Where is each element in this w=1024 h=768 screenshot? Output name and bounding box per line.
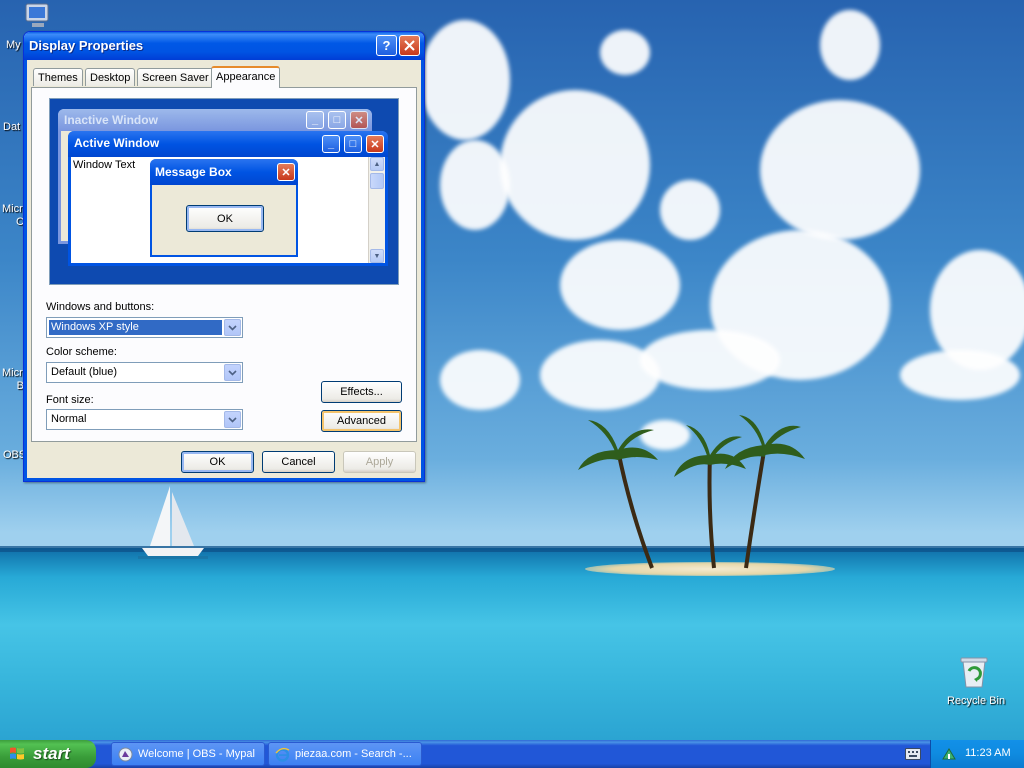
preview-message-title-bar: Message Box ✕ bbox=[150, 159, 298, 185]
ie-icon bbox=[275, 747, 290, 762]
preview-ok-button: OK bbox=[186, 205, 264, 232]
palm-trees bbox=[578, 415, 805, 569]
font-size-select[interactable]: Normal bbox=[46, 409, 243, 430]
system-tray: 11:23 AM bbox=[930, 740, 1024, 768]
preview-inactive-title-bar: Inactive Window _ □ ✕ bbox=[58, 109, 372, 131]
scroll-down-icon: ▼ bbox=[370, 249, 384, 263]
tab-desktop[interactable]: Desktop bbox=[85, 68, 136, 86]
tab-appearance[interactable]: Appearance bbox=[211, 66, 281, 88]
appearance-preview: Inactive Window _ □ ✕ Active Window _ □ … bbox=[49, 98, 399, 285]
clock[interactable]: 11:23 AM bbox=[965, 747, 1011, 759]
cloud bbox=[440, 140, 510, 230]
desktop-icon-label[interactable]: Dat bbox=[3, 121, 20, 133]
cloud bbox=[640, 330, 780, 390]
cloud bbox=[820, 10, 880, 80]
cloud bbox=[500, 90, 650, 240]
close-icon bbox=[404, 40, 415, 51]
preview-message-box: Message Box ✕ OK bbox=[150, 159, 298, 257]
preview-scrollbar: ▲ ▼ bbox=[368, 157, 385, 263]
cloud bbox=[440, 350, 520, 410]
network-icon[interactable] bbox=[941, 746, 957, 762]
recycle-bin-label[interactable]: Recycle Bin bbox=[947, 695, 1005, 707]
preview-window-text: Window Text bbox=[73, 159, 136, 171]
taskbar-item-label: Welcome | OBS - Mypal bbox=[138, 748, 255, 760]
chevron-down-icon[interactable] bbox=[224, 411, 241, 428]
my-computer-icon[interactable] bbox=[24, 2, 54, 30]
font-size-label: Font size: bbox=[46, 394, 94, 406]
scroll-thumb bbox=[370, 173, 384, 189]
close-icon: ✕ bbox=[366, 135, 384, 153]
ok-button[interactable]: OK bbox=[181, 451, 254, 473]
taskbar: start Welcome | OBS - Mypal piezaa.com -… bbox=[0, 740, 1024, 768]
effects-button[interactable]: Effects... bbox=[321, 381, 402, 403]
maximize-icon: □ bbox=[328, 111, 346, 129]
preview-active-title: Active Window bbox=[74, 136, 160, 150]
window-frame-bottom bbox=[24, 478, 424, 481]
cloud bbox=[900, 350, 1020, 400]
mypal-icon bbox=[118, 747, 133, 762]
windows-buttons-label: Windows and buttons: bbox=[46, 301, 155, 313]
preview-active-title-bar: Active Window _ □ ✕ bbox=[68, 131, 388, 157]
taskbar-item-label: piezaa.com - Search -... bbox=[295, 748, 412, 760]
tab-themes[interactable]: Themes bbox=[33, 68, 83, 86]
cloud bbox=[560, 240, 680, 330]
color-scheme-value: Default (blue) bbox=[51, 366, 118, 378]
desktop-icon-label[interactable]: My bbox=[6, 39, 21, 51]
window-frame-left bbox=[24, 60, 27, 481]
start-button[interactable]: start bbox=[0, 740, 96, 768]
windows-buttons-select[interactable]: Windows XP style bbox=[46, 317, 243, 338]
cloud bbox=[420, 20, 510, 140]
apply-button[interactable]: Apply bbox=[343, 451, 416, 473]
close-icon: ✕ bbox=[277, 163, 295, 181]
cancel-button[interactable]: Cancel bbox=[262, 451, 335, 473]
close-icon: ✕ bbox=[350, 111, 368, 129]
advanced-button[interactable]: Advanced bbox=[321, 410, 402, 432]
font-size-value: Normal bbox=[51, 413, 87, 425]
preview-message-title: Message Box bbox=[155, 165, 232, 179]
desktop-icon-label[interactable]: Micro C bbox=[2, 203, 29, 229]
chevron-down-icon[interactable] bbox=[224, 319, 241, 336]
color-scheme-label: Color scheme: bbox=[46, 346, 117, 358]
preview-inactive-title: Inactive Window bbox=[64, 113, 158, 127]
window-title: Display Properties bbox=[29, 38, 144, 53]
window-frame-right bbox=[421, 60, 424, 481]
taskbar-item-mypal[interactable]: Welcome | OBS - Mypal bbox=[111, 742, 265, 766]
start-label: start bbox=[33, 744, 70, 763]
color-scheme-select[interactable]: Default (blue) bbox=[46, 362, 243, 383]
recycle-bin-icon[interactable] bbox=[958, 655, 990, 689]
desktop-icon-label[interactable]: Micro B bbox=[2, 367, 29, 393]
keyboard-icon[interactable] bbox=[905, 748, 921, 760]
minimize-icon: _ bbox=[322, 135, 340, 153]
window-title-bar[interactable]: Display Properties ? bbox=[24, 32, 424, 60]
wallpaper-sea bbox=[0, 548, 1024, 740]
windows-buttons-value: Windows XP style bbox=[49, 320, 222, 335]
sailboat bbox=[138, 486, 208, 559]
tab-screen-saver[interactable]: Screen Saver bbox=[137, 68, 214, 86]
chevron-down-icon[interactable] bbox=[224, 364, 241, 381]
scroll-up-icon: ▲ bbox=[370, 157, 384, 171]
help-button[interactable]: ? bbox=[376, 35, 397, 56]
windows-logo-icon bbox=[10, 747, 24, 760]
cloud bbox=[600, 30, 650, 75]
close-button[interactable] bbox=[399, 35, 420, 56]
maximize-icon: □ bbox=[344, 135, 362, 153]
cloud bbox=[660, 180, 720, 240]
cloud bbox=[760, 100, 920, 240]
taskbar-item-ie[interactable]: piezaa.com - Search -... bbox=[268, 742, 422, 766]
minimize-icon: _ bbox=[306, 111, 324, 129]
